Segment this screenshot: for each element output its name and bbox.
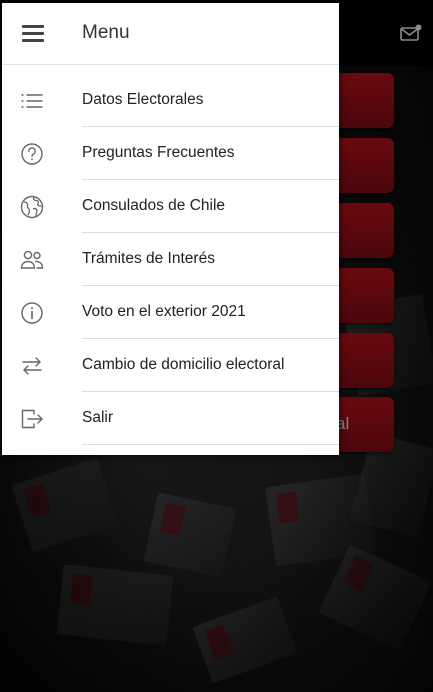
info-icon: [19, 300, 45, 326]
menu-item-consulados-de-chile[interactable]: Consulados de Chile: [2, 180, 339, 233]
menu-item-datos-electorales[interactable]: Datos Electorales: [2, 74, 339, 127]
navigation-drawer: Menu Datos Electorales Preguntas Frecuen…: [2, 3, 339, 455]
menu-item-label: Salir: [82, 409, 114, 426]
menu-list: Datos Electorales Preguntas Frecuentes C…: [2, 74, 339, 445]
drawer-header: Menu: [2, 3, 339, 65]
menu-item-label: Consulados de Chile: [82, 197, 226, 214]
menu-item-label: Cambio de domicilio electoral: [82, 356, 285, 373]
menu-item-label: Voto en el exterior 2021: [82, 303, 246, 320]
list-icon: [19, 88, 45, 114]
menu-item-label: Preguntas Frecuentes: [82, 144, 235, 161]
menu-item-cambio-de-domicilio[interactable]: Cambio de domicilio electoral: [2, 339, 339, 392]
menu-item-label: Trámites de Interés: [82, 250, 215, 267]
logout-icon: [19, 406, 45, 432]
drawer-title: Menu: [82, 22, 130, 43]
question-icon: [19, 141, 45, 167]
menu-item-tramites-de-interes[interactable]: Trámites de Interés: [2, 233, 339, 286]
hamburger-menu-icon[interactable]: [22, 25, 44, 43]
menu-item-preguntas-frecuentes[interactable]: Preguntas Frecuentes: [2, 127, 339, 180]
globe-icon: [19, 194, 45, 220]
menu-item-label: Datos Electorales: [82, 91, 204, 108]
people-icon: [19, 247, 45, 273]
swap-arrows-icon: [19, 353, 45, 379]
menu-item-salir[interactable]: Salir: [2, 392, 339, 445]
menu-item-voto-en-el-exterior[interactable]: Voto en el exterior 2021: [2, 286, 339, 339]
